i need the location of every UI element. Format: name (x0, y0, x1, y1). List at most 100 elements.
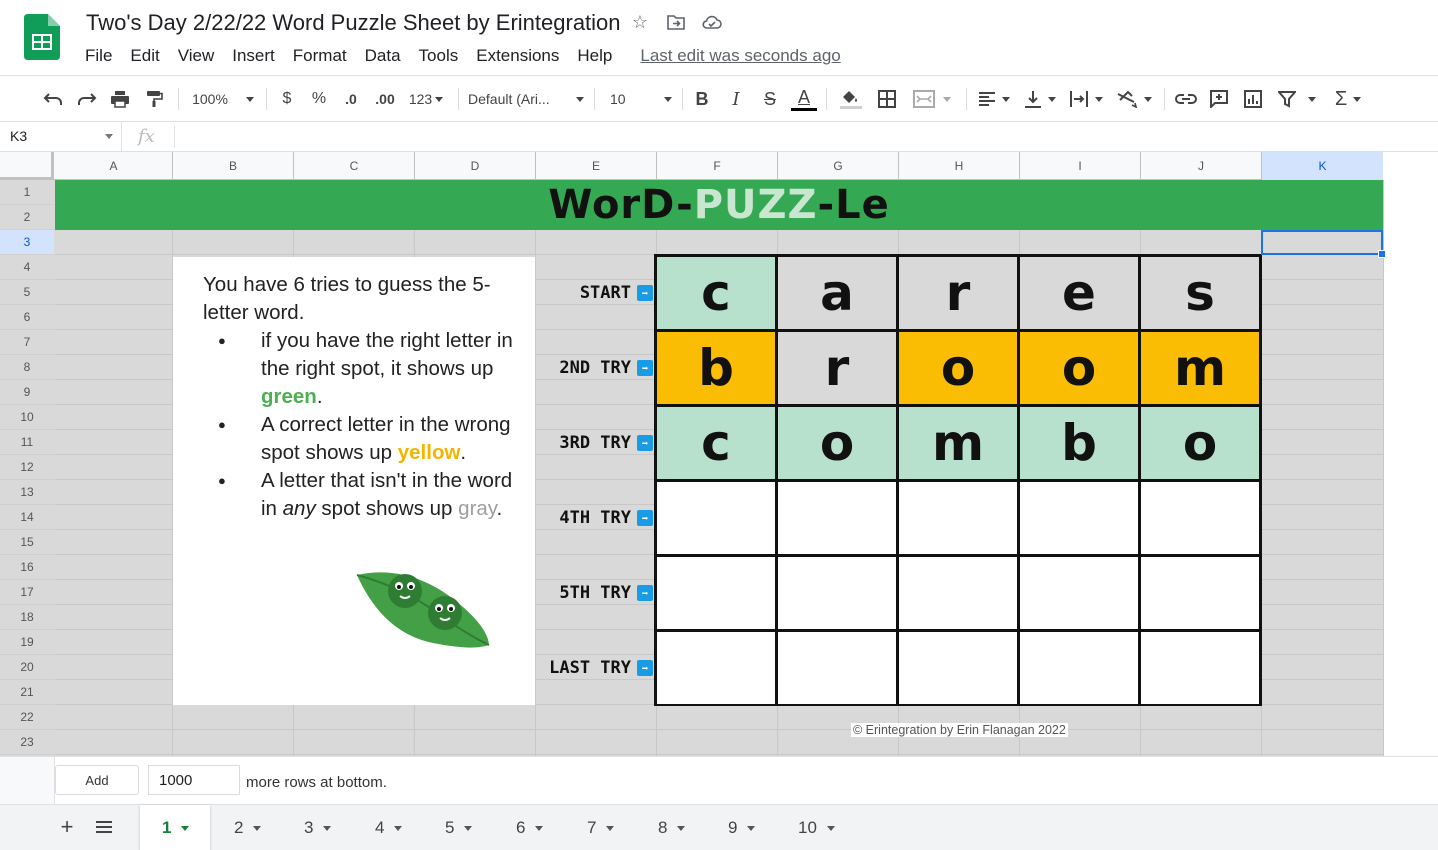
letter-tile[interactable] (778, 482, 896, 554)
row-header-14[interactable]: 14 (0, 505, 54, 530)
row-header-8[interactable]: 8 (0, 355, 54, 380)
column-header-d[interactable]: D (415, 152, 536, 180)
text-wrapping-icon[interactable] (1066, 84, 1106, 114)
font-size-select[interactable]: 10 (604, 84, 672, 114)
row-header-2[interactable]: 2 (0, 205, 54, 230)
letter-tile[interactable] (1020, 632, 1138, 704)
letter-tile[interactable] (899, 632, 1017, 704)
sheet-tab-5[interactable]: 5 (423, 805, 493, 850)
paint-format-icon[interactable] (141, 84, 167, 114)
letter-tile[interactable]: m (899, 407, 1017, 479)
row-header-1[interactable]: 1 (0, 180, 54, 205)
row-header-5[interactable]: 5 (0, 280, 54, 305)
print-icon[interactable] (107, 84, 133, 114)
add-sheet-icon[interactable]: + (55, 814, 79, 839)
select-all-corner[interactable] (0, 152, 54, 180)
column-header-k[interactable]: K (1262, 152, 1384, 180)
letter-tile[interactable] (1141, 482, 1259, 554)
letter-tile[interactable]: r (899, 257, 1017, 329)
row-header-9[interactable]: 9 (0, 380, 54, 405)
row-header-13[interactable]: 13 (0, 480, 54, 505)
letter-tile[interactable]: o (778, 407, 896, 479)
letter-tile[interactable]: o (1020, 332, 1138, 404)
row-header-18[interactable]: 18 (0, 605, 54, 630)
sheet-tab-9[interactable]: 9 (706, 805, 776, 850)
letter-tile[interactable]: b (1020, 407, 1138, 479)
letter-tile[interactable] (1141, 557, 1259, 629)
menu-file[interactable]: File (76, 44, 121, 68)
sheet-tab-4[interactable]: 4 (353, 805, 423, 850)
column-header-i[interactable]: I (1020, 152, 1141, 180)
column-header-f[interactable]: F (657, 152, 778, 180)
text-color-button[interactable]: A (790, 84, 818, 114)
menu-view[interactable]: View (169, 44, 224, 68)
horizontal-align-icon[interactable] (974, 84, 1014, 114)
insert-comment-icon[interactable] (1206, 84, 1232, 114)
letter-tile[interactable]: m (1141, 332, 1259, 404)
letter-tile[interactable]: a (778, 257, 896, 329)
column-header-j[interactable]: J (1141, 152, 1262, 180)
font-family-select[interactable]: Default (Ari... (468, 84, 584, 114)
percent-format-button[interactable]: % (308, 84, 330, 114)
vertical-align-icon[interactable] (1020, 84, 1060, 114)
merge-cells-icon[interactable] (908, 84, 956, 114)
menu-data[interactable]: Data (356, 44, 410, 68)
redo-icon[interactable] (74, 84, 100, 114)
menu-format[interactable]: Format (284, 44, 356, 68)
borders-icon[interactable] (874, 84, 900, 114)
currency-format-button[interactable]: $ (276, 84, 298, 114)
letter-tile[interactable] (899, 557, 1017, 629)
sheet-tab-8[interactable]: 8 (636, 805, 706, 850)
letter-tile[interactable]: c (657, 257, 775, 329)
all-sheets-icon[interactable] (92, 815, 116, 839)
menu-help[interactable]: Help (568, 44, 621, 68)
row-header-22[interactable]: 22 (0, 705, 54, 730)
italic-button[interactable]: I (724, 84, 748, 114)
row-header-23[interactable]: 23 (0, 730, 54, 755)
column-header-h[interactable]: H (899, 152, 1020, 180)
menu-edit[interactable]: Edit (121, 44, 168, 68)
letter-tile[interactable]: r (778, 332, 896, 404)
insert-link-icon[interactable] (1172, 84, 1200, 114)
letter-tile[interactable] (1020, 482, 1138, 554)
filter-icon[interactable] (1274, 84, 1300, 114)
undo-icon[interactable] (40, 84, 66, 114)
sheet-tab-6[interactable]: 6 (494, 805, 564, 850)
letter-tile[interactable]: o (1141, 407, 1259, 479)
filter-views-dropdown[interactable] (1302, 84, 1322, 114)
column-header-c[interactable]: C (294, 152, 415, 180)
sheets-logo-icon[interactable] (24, 14, 60, 60)
letter-tile[interactable]: e (1020, 257, 1138, 329)
sheet-tab-10[interactable]: 10 (776, 805, 854, 850)
sheet-tab-2[interactable]: 2 (212, 805, 282, 850)
sheet-tab-7[interactable]: 7 (565, 805, 635, 850)
row-header-21[interactable]: 21 (0, 680, 54, 705)
letter-tile[interactable]: s (1141, 257, 1259, 329)
selected-cell-k3[interactable] (1261, 230, 1383, 255)
letter-tile[interactable] (778, 557, 896, 629)
row-header-11[interactable]: 11 (0, 430, 54, 455)
star-icon[interactable]: ☆ (630, 12, 650, 32)
letter-tile[interactable]: o (899, 332, 1017, 404)
last-edit-link[interactable]: Last edit was seconds ago (631, 44, 849, 68)
increase-decimal-button[interactable]: .00 (370, 84, 400, 114)
letter-tile[interactable] (899, 482, 1017, 554)
row-header-10[interactable]: 10 (0, 405, 54, 430)
row-header-15[interactable]: 15 (0, 530, 54, 555)
column-header-e[interactable]: E (536, 152, 657, 180)
document-title[interactable]: Two's Day 2/22/22 Word Puzzle Sheet by E… (86, 10, 621, 36)
more-formats-button[interactable]: 123 (406, 84, 446, 114)
row-header-16[interactable]: 16 (0, 555, 54, 580)
letter-tile[interactable] (657, 632, 775, 704)
sheet-tab-1[interactable]: 1 (140, 805, 210, 850)
cloud-saved-icon[interactable] (702, 12, 722, 32)
letter-tile[interactable]: b (657, 332, 775, 404)
strikethrough-button[interactable]: S (758, 84, 782, 114)
menu-insert[interactable]: Insert (223, 44, 284, 68)
bold-button[interactable]: B (690, 84, 714, 114)
fill-handle[interactable] (1378, 250, 1386, 258)
move-folder-icon[interactable] (666, 12, 686, 32)
row-header-12[interactable]: 12 (0, 455, 54, 480)
row-header-17[interactable]: 17 (0, 580, 54, 605)
menu-tools[interactable]: Tools (410, 44, 468, 68)
